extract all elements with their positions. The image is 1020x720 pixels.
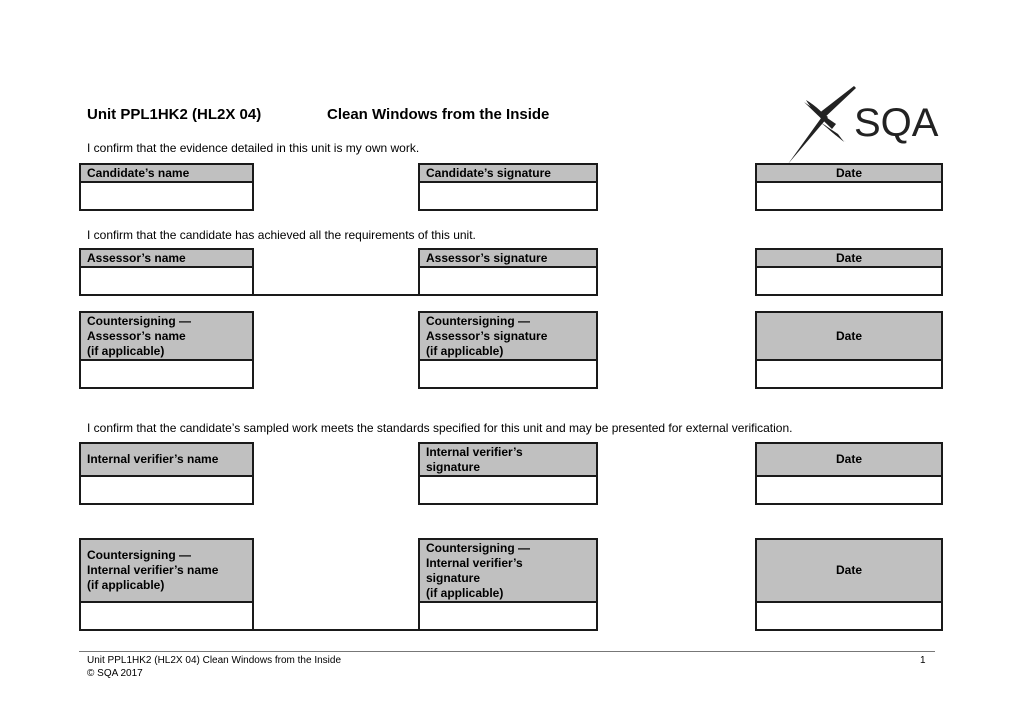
assessor-row-divider xyxy=(252,294,420,296)
assessor-signature-field[interactable]: Assessor’s signature xyxy=(418,248,598,296)
sqa-logo: SQA xyxy=(784,84,940,166)
countersign-verifier-date-field[interactable]: Date xyxy=(755,538,943,631)
candidate-signature-input[interactable] xyxy=(420,181,596,209)
countersign-assessor-name-label: Countersigning — Assessor’s name (if app… xyxy=(81,313,252,361)
countersign-assessor-signature-field[interactable]: Countersigning — Assessor’s signature (i… xyxy=(418,311,598,389)
countersign-verifier-name-field[interactable]: Countersigning — Internal verifier’s nam… xyxy=(79,538,254,631)
countersign-verifier-signature-input[interactable] xyxy=(420,601,596,629)
assessor-statement: I confirm that the candidate has achieve… xyxy=(87,228,476,242)
footer-page-number: 1 xyxy=(920,655,926,666)
candidate-signature-field[interactable]: Candidate’s signature xyxy=(418,163,598,211)
internal-verifier-signature-input[interactable] xyxy=(420,475,596,503)
candidate-date-input[interactable] xyxy=(757,181,941,209)
internal-verifier-date-field[interactable]: Date xyxy=(755,442,943,505)
countersign-verifier-name-label: Countersigning — Internal verifier’s nam… xyxy=(81,540,252,603)
internal-verifier-name-field[interactable]: Internal verifier’s name xyxy=(79,442,254,505)
countersign-assessor-name-field[interactable]: Countersigning — Assessor’s name (if app… xyxy=(79,311,254,389)
unit-title-heading: Clean Windows from the Inside xyxy=(327,106,550,123)
countersign-verifier-signature-field[interactable]: Countersigning — Internal verifier’s sig… xyxy=(418,538,598,631)
internal-verifier-signature-field[interactable]: Internal verifier’s signature xyxy=(418,442,598,505)
assessor-name-input[interactable] xyxy=(81,266,252,294)
countersign-verifier-row-divider xyxy=(252,629,420,631)
footer-doc-title: Unit PPL1HK2 (HL2X 04) Clean Windows fro… xyxy=(87,655,342,666)
candidate-statement: I confirm that the evidence detailed in … xyxy=(87,141,420,155)
internal-verifier-signature-label: Internal verifier’s signature xyxy=(420,444,596,477)
footer-divider xyxy=(79,651,935,652)
footer-copyright: © SQA 2017 xyxy=(87,668,143,679)
countersign-verifier-signature-label: Countersigning — Internal verifier’s sig… xyxy=(420,540,596,603)
assessor-date-input[interactable] xyxy=(757,266,941,294)
countersign-assessor-signature-input[interactable] xyxy=(420,359,596,387)
countersign-assessor-date-input[interactable] xyxy=(757,359,941,387)
countersign-verifier-date-label: Date xyxy=(757,540,941,603)
internal-verifier-name-label: Internal verifier’s name xyxy=(81,444,252,477)
unit-code-heading: Unit PPL1HK2 (HL2X 04) xyxy=(87,106,262,123)
internal-verifier-statement: I confirm that the candidate’s sampled w… xyxy=(87,421,793,435)
candidate-date-field[interactable]: Date xyxy=(755,163,943,211)
internal-verifier-date-label: Date xyxy=(757,444,941,477)
candidate-name-input[interactable] xyxy=(81,181,252,209)
candidate-name-field[interactable]: Candidate’s name xyxy=(79,163,254,211)
assessor-name-field[interactable]: Assessor’s name xyxy=(79,248,254,296)
countersign-verifier-name-input[interactable] xyxy=(81,601,252,629)
internal-verifier-name-input[interactable] xyxy=(81,475,252,503)
countersign-verifier-date-input[interactable] xyxy=(757,601,941,629)
countersign-assessor-date-field[interactable]: Date xyxy=(755,311,943,389)
sqa-logo-text: SQA xyxy=(854,101,939,145)
countersign-assessor-name-input[interactable] xyxy=(81,359,252,387)
assessor-date-field[interactable]: Date xyxy=(755,248,943,296)
sqa-saltire-logo-icon: SQA xyxy=(788,86,939,164)
countersign-assessor-signature-label: Countersigning — Assessor’s signature (i… xyxy=(420,313,596,361)
internal-verifier-date-input[interactable] xyxy=(757,475,941,503)
countersign-assessor-date-label: Date xyxy=(757,313,941,361)
assessor-signature-input[interactable] xyxy=(420,266,596,294)
